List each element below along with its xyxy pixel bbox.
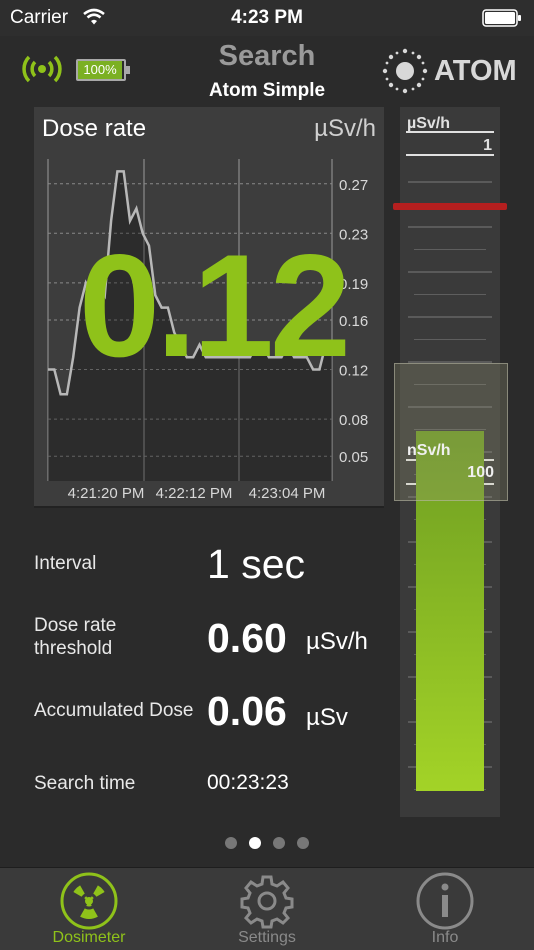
tab-info-label: Info xyxy=(431,929,459,946)
threshold-marker[interactable] xyxy=(393,203,507,210)
y-tick-label: 0.08 xyxy=(339,412,368,429)
gear-icon xyxy=(240,875,294,929)
interval-label: Interval xyxy=(34,553,97,574)
y-tick-label: 0.05 xyxy=(339,449,368,466)
current-dose-rate-value: 0.12 xyxy=(78,224,351,387)
nav-bar: 100% Search Atom Simple ATOM xyxy=(0,36,534,106)
x-tick-label: 4:22:12 PM xyxy=(156,485,233,502)
tab-dosimeter-label: Dosimeter xyxy=(52,929,126,946)
info-icon xyxy=(416,872,474,930)
accumulated-dose-value: 0.06 xyxy=(207,688,287,734)
search-time-label: Search time xyxy=(34,773,136,794)
accumulated-dose-unit: µSv xyxy=(306,704,348,731)
accumulated-dose-label: Accumulated Dose xyxy=(34,700,194,721)
tab-dosimeter[interactable]: Dosimeter xyxy=(0,868,178,950)
chart-title: Dose rate xyxy=(42,115,147,142)
threshold-label-line2: threshold xyxy=(34,638,113,659)
search-time-value: 00:23:23 xyxy=(207,771,289,794)
tab-settings[interactable]: Settings xyxy=(178,868,356,950)
scale-lens-value: 100 xyxy=(467,464,494,481)
threshold-unit: µSv/h xyxy=(306,628,368,655)
x-tick-label: 4:21:20 PM xyxy=(68,485,145,502)
atom-sun-icon xyxy=(382,48,428,94)
status-time: 4:23 PM xyxy=(231,7,303,28)
atom-logo: ATOM xyxy=(378,44,528,98)
threshold-label-line1: Dose rate xyxy=(34,615,117,636)
page-dot-4[interactable] xyxy=(297,837,309,849)
tab-info[interactable]: Info xyxy=(356,868,534,950)
y-tick-label: 0.27 xyxy=(339,177,368,194)
chart-unit: µSv/h xyxy=(314,115,376,142)
tab-settings-label: Settings xyxy=(238,929,296,946)
tab-bar: Dosimeter Settings Info xyxy=(0,867,534,950)
radiation-icon xyxy=(60,872,118,930)
status-bar: Carrier 4:23 PM xyxy=(0,0,534,36)
dose-rate-chart: 0.27 0.23 0.19 0.16 0.12 0.08 0.05 4:21:20 PM 4:… xyxy=(34,107,384,508)
page-dot-2[interactable] xyxy=(249,837,261,849)
interval-value[interactable]: 1 sec xyxy=(207,541,305,588)
x-tick-label: 4:23:04 PM xyxy=(249,485,326,502)
scale-top-unit: µSv/h xyxy=(407,115,451,132)
scale-lens-unit: nSv/h xyxy=(407,442,451,459)
atom-logo-text: ATOM xyxy=(434,55,517,87)
status-battery-icon xyxy=(482,9,521,27)
page-dot-1[interactable] xyxy=(225,837,237,849)
dose-rate-scale: µSv/h 1 nSv/h 100 xyxy=(393,107,508,817)
page-indicator[interactable] xyxy=(0,836,534,849)
scale-top-value: 1 xyxy=(483,137,492,154)
threshold-value[interactable]: 0.60 xyxy=(207,615,287,662)
page-dot-3[interactable] xyxy=(273,837,285,849)
